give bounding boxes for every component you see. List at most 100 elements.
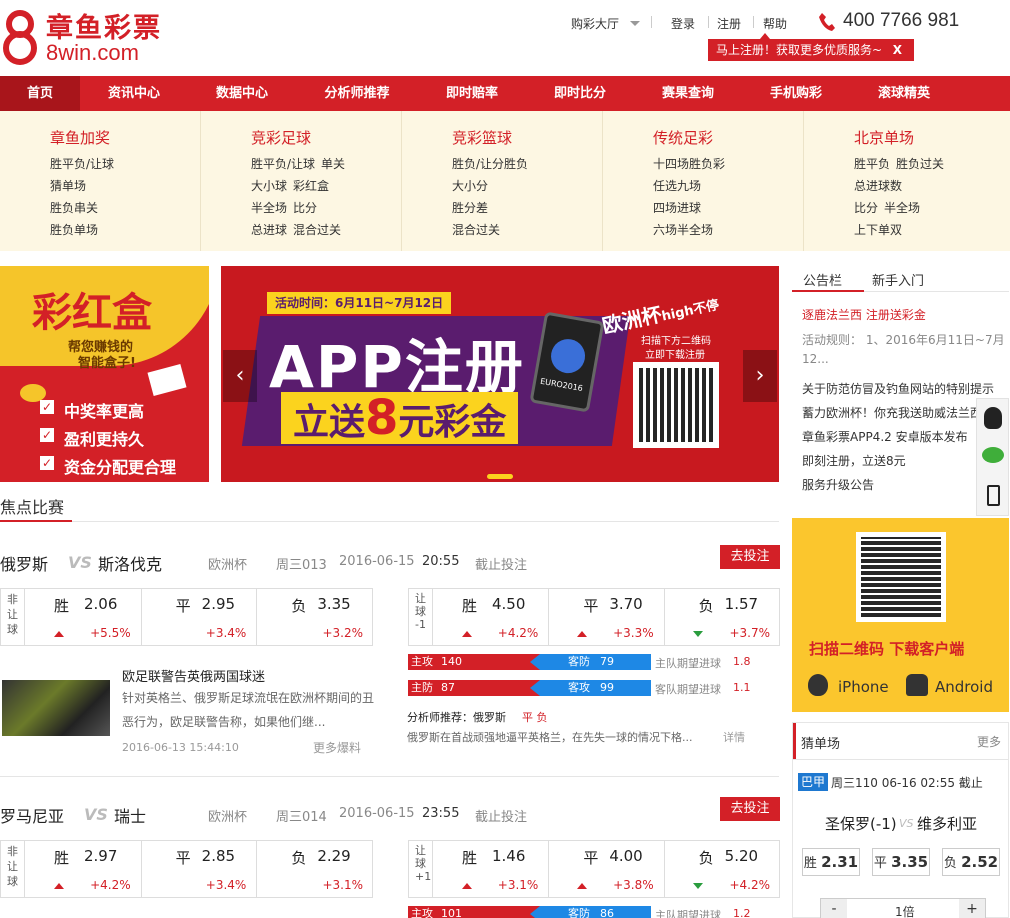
nav-scores[interactable]: 即时比分 (538, 76, 622, 111)
android-link[interactable]: Android (935, 678, 993, 696)
submenu-link[interactable]: 胜平负/让球 (251, 155, 315, 172)
multiplier-value[interactable]: 1倍 (895, 903, 915, 918)
submenu-link[interactable]: 大小球 (251, 177, 287, 194)
submenu-link[interactable]: 比分 (854, 199, 878, 216)
notice-item[interactable]: 章鱼彩票APP4.2 安卓版本发布 (802, 428, 968, 445)
submenu-title[interactable]: 章鱼加奖 (50, 127, 110, 148)
minus-button[interactable]: - (821, 899, 847, 918)
odds-option-l[interactable]: 负 5.20 +4.2% (665, 841, 780, 897)
submenu-link[interactable]: 半全场 (884, 199, 920, 216)
guess-option-draw[interactable]: 平 3.35 (872, 848, 930, 876)
submenu-link[interactable]: 混合过关 (452, 221, 500, 238)
notice-item[interactable]: 关于防范仿冒及钓鱼网站的特别提示 (802, 380, 994, 397)
odds-option-w[interactable]: 胜 2.97 +4.2% (26, 841, 142, 897)
submenu-link[interactable]: 十四场胜负彩 (653, 155, 725, 172)
news-title[interactable]: 欧足联警告英俄两国球迷 (122, 666, 265, 685)
register-link[interactable]: 注册 (717, 15, 741, 32)
nav-data[interactable]: 数据中心 (200, 76, 284, 111)
chevron-down-icon[interactable] (630, 21, 640, 26)
buy-hall-link[interactable]: 购彩大厅 (571, 15, 619, 32)
analysis-text[interactable]: 俄罗斯在首战顽强地逼平英格兰，在先失一球的情况下格... (407, 729, 693, 745)
android-icon[interactable] (906, 674, 928, 696)
home-team[interactable]: 俄罗斯 (0, 551, 48, 575)
submenu-link[interactable]: 大小分 (452, 177, 488, 194)
notice-item[interactable]: 即刻注册，立送8元 (802, 452, 906, 469)
submenu-link[interactable]: 胜负单场 (50, 221, 98, 238)
nav-results[interactable]: 赛果查询 (646, 76, 730, 111)
nav-live[interactable]: 滚球精英 (862, 76, 946, 111)
plus-button[interactable]: + (959, 899, 985, 918)
nav-mobile[interactable]: 手机购彩 (754, 76, 838, 111)
odds-option-w[interactable]: 胜 2.06 +5.5% (26, 589, 142, 645)
submenu-link[interactable]: 总进球数 (854, 177, 902, 194)
multiplier-stepper[interactable]: - 1倍 + (820, 898, 986, 918)
odds-option-w[interactable]: 胜 1.46 +3.1% (434, 841, 550, 897)
nav-analyst[interactable]: 分析师推荐 (308, 76, 406, 111)
odds-option-d[interactable]: 平 2.85 +3.4% (142, 841, 258, 897)
nav-home[interactable]: 首页 (0, 76, 80, 111)
mobile-icon[interactable] (987, 485, 1000, 506)
submenu-link[interactable]: 任选九场 (653, 177, 701, 194)
submenu-link[interactable]: 上下单双 (854, 221, 902, 238)
notice-item[interactable]: 逐鹿法兰西 注册送彩金 (802, 306, 926, 323)
chevron-left-icon[interactable]: ‹ (223, 350, 257, 402)
odds-option-w[interactable]: 胜 4.50 +4.2% (434, 589, 550, 645)
qq-icon[interactable] (984, 407, 1002, 429)
nav-odds[interactable]: 即时赔率 (430, 76, 514, 111)
submenu-title[interactable]: 传统足彩 (653, 127, 713, 148)
away-team[interactable]: 瑞士 (114, 803, 146, 827)
odds-option-l[interactable]: 负 1.57 +3.7% (665, 589, 780, 645)
app-register-banner[interactable]: 活动时间：6月11日~7月12日 APP注册 立送8元彩金 EURO2016 欧… (221, 266, 779, 482)
guess-option-win[interactable]: 胜 2.31 (802, 848, 860, 876)
app-download-block[interactable]: 扫描二维码 下载客户端 iPhone Android (792, 518, 1009, 712)
submenu-link[interactable]: 混合过关 (293, 221, 341, 238)
odds-option-l[interactable]: 负 3.35 +3.2% (257, 589, 373, 645)
submenu-link[interactable]: 胜分差 (452, 199, 488, 216)
odds-option-d[interactable]: 平 3.70 +3.3% (549, 589, 665, 645)
help-link[interactable]: 帮助 (763, 15, 787, 32)
odds-option-d[interactable]: 平 2.95 +3.4% (142, 589, 258, 645)
apple-icon[interactable] (808, 674, 828, 696)
submenu-title[interactable]: 北京单场 (854, 127, 914, 148)
bet-button[interactable]: 去投注 (720, 797, 780, 821)
submenu-link[interactable]: 胜负串关 (50, 199, 98, 216)
submenu-link[interactable]: 比分 (293, 199, 317, 216)
submenu-title[interactable]: 竞彩篮球 (452, 127, 512, 148)
tab-notice[interactable]: 公告栏 (803, 270, 842, 289)
submenu-title[interactable]: 竞彩足球 (251, 127, 311, 148)
home-team[interactable]: 罗马尼亚 (0, 803, 64, 827)
caihonghe-promo[interactable]: 彩红盒 帮您赚钱的 智能盒子! ✓ 中奖率更高 ✓ 盈利更持久 ✓ 资金分配更合… (0, 266, 209, 482)
wechat-icon[interactable] (982, 447, 1004, 463)
chevron-right-icon[interactable]: › (743, 350, 777, 402)
submenu-link[interactable]: 胜负/让分胜负 (452, 155, 528, 172)
register-tip-text[interactable]: 马上注册！获取更多优质服务~ (716, 43, 882, 57)
login-link[interactable]: 登录 (671, 15, 695, 32)
iphone-link[interactable]: iPhone (838, 678, 889, 696)
tab-beginner[interactable]: 新手入门 (872, 270, 924, 289)
submenu-link[interactable]: 半全场 (251, 199, 287, 216)
bet-button[interactable]: 去投注 (720, 545, 780, 569)
notice-item[interactable]: 服务升级公告 (802, 476, 874, 493)
carousel-dot[interactable] (487, 474, 513, 479)
odds-option-l[interactable]: 负 2.29 +3.1% (257, 841, 373, 897)
more-news-link[interactable]: 更多爆料 (313, 739, 361, 756)
nav-news[interactable]: 资讯中心 (92, 76, 176, 111)
guess-more-link[interactable]: 更多 (977, 733, 1001, 750)
logo-eight-icon[interactable] (2, 8, 38, 66)
submenu-link[interactable]: 胜平负/让球 (50, 155, 114, 172)
submenu-link[interactable]: 彩红盒 (293, 177, 329, 194)
detail-link[interactable]: 详情 (723, 729, 745, 745)
odds-option-d[interactable]: 平 4.00 +3.8% (549, 841, 665, 897)
submenu-link[interactable]: 单关 (321, 155, 345, 172)
away-team[interactable]: 斯洛伐克 (98, 551, 162, 575)
guess-option-lose[interactable]: 负 2.52 (942, 848, 1000, 876)
submenu-link[interactable]: 六场半全场 (653, 221, 713, 238)
submenu-link[interactable]: 总进球 (251, 221, 287, 238)
close-icon[interactable]: X (893, 39, 902, 61)
logo-text-en[interactable]: 8win.com (46, 40, 139, 66)
submenu-link[interactable]: 胜平负 (854, 155, 890, 172)
register-tip-banner[interactable]: 马上注册！获取更多优质服务~ X (708, 39, 914, 61)
notice-item[interactable]: 蓄力欧洲杯！你充我送助威法兰西 (802, 404, 982, 421)
news-thumbnail[interactable] (2, 680, 110, 736)
submenu-link[interactable]: 四场进球 (653, 199, 701, 216)
